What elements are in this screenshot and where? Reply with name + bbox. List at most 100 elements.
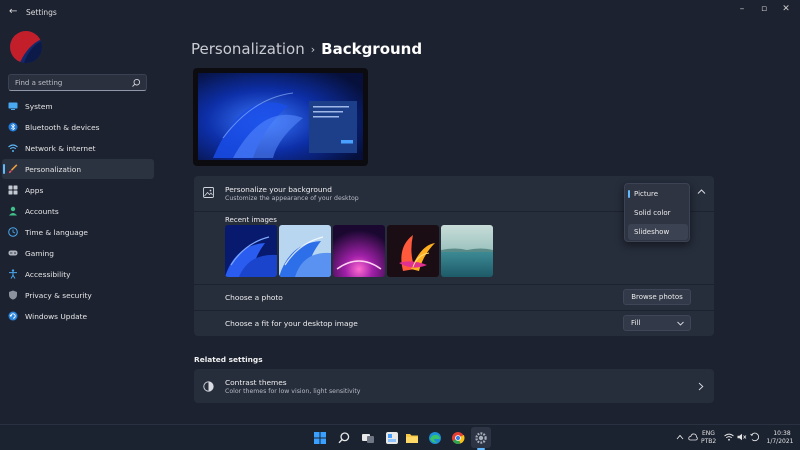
title-bar: ← Settings – ▫ ✕ xyxy=(0,0,800,26)
background-type-dropdown[interactable]: Picture Solid color Slideshow xyxy=(624,183,690,242)
personalize-background-subtitle: Customize the appearance of your desktop xyxy=(225,195,359,202)
image-icon xyxy=(203,187,214,198)
person-icon xyxy=(9,206,17,216)
brush-icon xyxy=(8,164,18,174)
chevron-up-icon[interactable] xyxy=(676,434,684,440)
taskbar: ENG PTB2 10:38 1/7/2021 xyxy=(0,424,800,450)
contrast-icon xyxy=(203,381,214,392)
sidebar-item-system[interactable]: System xyxy=(2,96,154,116)
keyboard-layout[interactable]: PTB2 xyxy=(701,438,716,445)
breadcrumb: Personalization › Background xyxy=(191,40,422,58)
search-icon[interactable] xyxy=(131,78,141,88)
chevron-up-icon[interactable] xyxy=(697,188,706,195)
personalize-background-title: Personalize your background xyxy=(225,185,332,194)
cloud-icon[interactable] xyxy=(688,432,698,441)
fit-select-value: Fill xyxy=(631,319,641,327)
minimize-icon[interactable]: – xyxy=(735,4,749,14)
sidebar-item-apps[interactable]: Apps xyxy=(2,180,154,200)
contrast-themes-title: Contrast themes xyxy=(225,378,287,387)
widgets-icon[interactable] xyxy=(385,431,399,445)
search-icon[interactable] xyxy=(337,431,351,445)
gamepad-icon xyxy=(8,250,18,256)
file-explorer-icon[interactable] xyxy=(405,431,419,445)
monitor-icon xyxy=(8,102,18,110)
sidebar-item-bluetooth[interactable]: Bluetooth & devices xyxy=(2,117,154,137)
sidebar-item-accessibility[interactable]: Accessibility xyxy=(2,264,154,284)
choose-photo-label: Choose a photo xyxy=(225,293,283,302)
language-indicator[interactable]: ENG xyxy=(702,430,715,437)
dropdown-option-slideshow[interactable]: Slideshow xyxy=(628,224,688,240)
sidebar-item-label: Personalization xyxy=(25,165,82,174)
clock-time[interactable]: 10:38 xyxy=(770,430,794,437)
shield-icon xyxy=(9,290,17,300)
avatar[interactable] xyxy=(10,31,42,63)
recent-image-thumbnail[interactable] xyxy=(387,225,439,277)
breadcrumb-parent[interactable]: Personalization xyxy=(191,40,305,58)
related-settings-heading: Related settings xyxy=(194,355,263,364)
volume-icon[interactable] xyxy=(737,433,747,441)
sidebar-item-accounts[interactable]: Accounts xyxy=(2,201,154,221)
bluetooth-icon xyxy=(8,122,18,132)
contrast-themes-subtitle: Color themes for low vision, light sensi… xyxy=(225,388,361,395)
edge-icon[interactable] xyxy=(428,431,442,445)
sidebar-item-label: Bluetooth & devices xyxy=(25,123,100,132)
search-input[interactable]: Find a setting xyxy=(8,74,147,91)
recent-image-thumbnail[interactable] xyxy=(441,225,493,277)
dropdown-option-label: Picture xyxy=(634,190,659,198)
clock-globe-icon xyxy=(8,227,18,237)
update-icon xyxy=(8,311,18,321)
accessibility-icon xyxy=(9,269,17,279)
sidebar-item-label: Privacy & security xyxy=(25,291,92,300)
sidebar-item-privacy[interactable]: Privacy & security xyxy=(2,285,154,305)
sidebar-item-label: Network & internet xyxy=(25,144,96,153)
dropdown-option-solid-color[interactable]: Solid color xyxy=(628,205,688,221)
selected-indicator xyxy=(628,190,630,198)
maximize-icon[interactable]: ▫ xyxy=(757,4,771,14)
sidebar-item-label: System xyxy=(25,102,53,111)
card-divider xyxy=(194,284,714,285)
clock-date[interactable]: 1/7/2021 xyxy=(764,438,796,445)
dropdown-option-label: Slideshow xyxy=(634,228,670,236)
recent-image-thumbnail[interactable] xyxy=(225,225,277,277)
task-view-icon[interactable] xyxy=(361,431,375,445)
desktop-preview xyxy=(193,68,368,166)
sidebar-item-label: Gaming xyxy=(25,249,54,258)
sidebar-item-network[interactable]: Network & internet xyxy=(2,138,154,158)
start-icon[interactable] xyxy=(313,431,327,445)
fit-label: Choose a fit for your desktop image xyxy=(225,319,358,328)
wifi-icon xyxy=(8,144,18,152)
sidebar-item-label: Time & language xyxy=(25,228,88,237)
search-placeholder: Find a setting xyxy=(15,79,63,87)
chevron-right-icon[interactable] xyxy=(698,382,704,391)
sidebar-item-label: Accounts xyxy=(25,207,59,216)
settings-icon[interactable] xyxy=(474,431,488,445)
apps-icon xyxy=(8,185,18,195)
dropdown-option-label: Solid color xyxy=(634,209,671,217)
browse-photos-label: Browse photos xyxy=(631,293,683,301)
card-divider xyxy=(194,310,714,311)
battery-icon[interactable] xyxy=(750,432,760,442)
fit-select[interactable]: Fill xyxy=(623,315,691,331)
recent-images-label: Recent images xyxy=(225,216,277,224)
close-icon[interactable]: ✕ xyxy=(779,4,793,14)
window-title: Settings xyxy=(26,8,57,17)
chevron-down-icon xyxy=(677,321,684,326)
sidebar-item-label: Accessibility xyxy=(25,270,71,279)
sidebar-item-windows-update[interactable]: Windows Update xyxy=(2,306,154,326)
recent-image-thumbnail[interactable] xyxy=(333,225,385,277)
recent-image-thumbnail[interactable] xyxy=(279,225,331,277)
dropdown-option-picture[interactable]: Picture xyxy=(628,186,688,202)
sidebar-item-personalization[interactable]: Personalization xyxy=(2,159,154,179)
chrome-icon[interactable] xyxy=(451,431,465,445)
sidebar-item-label: Apps xyxy=(25,186,44,195)
browse-photos-button[interactable]: Browse photos xyxy=(623,289,691,305)
breadcrumb-separator: › xyxy=(310,43,316,56)
sidebar-item-gaming[interactable]: Gaming xyxy=(2,243,154,263)
sidebar-item-time-language[interactable]: Time & language xyxy=(2,222,154,242)
active-indicator xyxy=(3,164,5,174)
back-arrow-icon[interactable]: ← xyxy=(9,6,17,17)
page-title: Background xyxy=(321,40,423,58)
sidebar: Find a setting System Bluetooth & device… xyxy=(0,26,160,424)
wifi-icon[interactable] xyxy=(724,433,734,441)
sidebar-item-label: Windows Update xyxy=(25,312,88,321)
